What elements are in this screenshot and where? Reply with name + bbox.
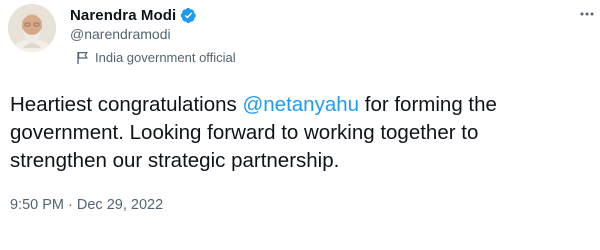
- tweet-text-line-1: Heartiest congratulations @netanyahu for…: [10, 91, 595, 119]
- affiliation-label-text: India government official: [95, 50, 236, 65]
- tweet-date-link[interactable]: Dec 29, 2022: [77, 197, 163, 213]
- verified-badge-icon: [180, 7, 197, 24]
- more-options-button[interactable]: [572, 2, 600, 26]
- tweet-text-segment: Heartiest congratulations: [10, 93, 243, 116]
- timestamp-separator: ·: [64, 197, 77, 213]
- avatar-image: [8, 4, 56, 52]
- tweet-timestamp: 9:50 PM · Dec 29, 2022: [10, 197, 163, 213]
- tweet-text-line-2: government. Looking forward to working t…: [10, 121, 479, 144]
- mention-link[interactable]: @netanyahu: [242, 93, 359, 116]
- author-handle[interactable]: @narendramodi: [70, 26, 171, 42]
- tweet-text-line-3: strengthen our strategic partnership.: [10, 149, 340, 172]
- avatar[interactable]: [8, 4, 56, 52]
- more-dots-icon: [580, 12, 594, 16]
- flag-icon: [76, 51, 89, 65]
- tweet-time-link[interactable]: 9:50 PM: [10, 197, 64, 213]
- tweet-card: Narendra Modi @narendramodi India govern…: [0, 0, 600, 250]
- tweet-text: Heartiest congratulations @netanyahu for…: [10, 91, 595, 175]
- tweet-text-segment: for forming the: [359, 93, 497, 116]
- author-row: Narendra Modi: [70, 5, 197, 25]
- display-name[interactable]: Narendra Modi: [70, 7, 176, 24]
- affiliation-label: India government official: [76, 50, 236, 65]
